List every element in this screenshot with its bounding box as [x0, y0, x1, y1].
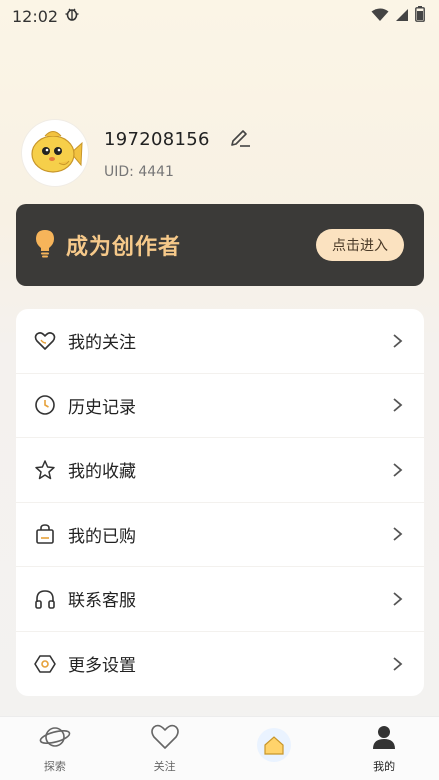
- tab-profile[interactable]: 我的: [339, 723, 429, 774]
- name-row: 197208156: [104, 126, 252, 152]
- status-right: [371, 6, 425, 26]
- profile-info: 197208156 UID: 4441: [104, 126, 252, 180]
- menu-card: 我的关注 历史记录 我的收藏 我的已购 联系客服 更多设置: [16, 309, 424, 696]
- tab-follow[interactable]: 关注: [120, 723, 210, 774]
- uid-label: UID: 4441: [104, 164, 174, 180]
- creator-title: 成为创作者: [66, 235, 182, 260]
- menu-item-label: 我的已购: [68, 526, 136, 547]
- status-time: 12:02: [12, 6, 59, 26]
- profile-header: 197208156 UID: 4441: [22, 118, 422, 188]
- menu-item-purchased[interactable]: 我的已购: [16, 503, 424, 567]
- fish-avatar-icon: [31, 131, 83, 173]
- menu-item-label: 更多设置: [68, 656, 136, 677]
- menu-item-label: 我的关注: [68, 333, 136, 354]
- enter-button[interactable]: 点击进入: [316, 229, 404, 261]
- tab-explore[interactable]: 探索: [10, 723, 100, 774]
- chevron-right-icon: [390, 656, 404, 672]
- menu-item-label: 联系客服: [68, 591, 136, 612]
- planet-icon: [39, 723, 71, 755]
- menu-item-settings[interactable]: 更多设置: [16, 632, 424, 697]
- menu-item-label: 历史记录: [68, 397, 136, 418]
- menu-item-favorites[interactable]: 我的收藏: [16, 438, 424, 503]
- chevron-right-icon: [390, 526, 404, 542]
- chevron-right-icon: [390, 591, 404, 607]
- username: 197208156: [104, 128, 210, 150]
- wifi-icon: [371, 7, 389, 26]
- star-icon: [34, 459, 56, 481]
- menu-item-label: 我的收藏: [68, 462, 136, 483]
- bug-icon: [64, 6, 80, 26]
- lightbulb-icon: [34, 228, 56, 262]
- clock-icon: [34, 394, 56, 416]
- signal-icon: [395, 7, 409, 26]
- chevron-right-icon: [390, 462, 404, 478]
- menu-item-history[interactable]: 历史记录: [16, 374, 424, 438]
- headphones-icon: [34, 588, 56, 610]
- tab-label: 关注: [153, 760, 176, 773]
- menu-item-customer-service[interactable]: 联系客服: [16, 567, 424, 632]
- home-icon: [254, 725, 294, 769]
- bag-icon: [34, 523, 56, 545]
- chevron-right-icon: [390, 333, 404, 349]
- creator-banner[interactable]: 成为创作者 点击进入: [16, 204, 424, 286]
- status-left: 12:02: [12, 6, 80, 26]
- menu-item-follows[interactable]: 我的关注: [16, 309, 424, 374]
- heart-icon: [149, 723, 181, 755]
- edit-icon[interactable]: [228, 126, 252, 152]
- settings-icon: [34, 653, 56, 675]
- profile-icon: [368, 723, 400, 755]
- tab-label: 我的: [373, 760, 396, 773]
- tab-home[interactable]: [229, 725, 319, 772]
- tab-bar: 探索 关注 我的: [0, 716, 439, 780]
- creator-left: 成为创作者: [34, 228, 181, 262]
- battery-icon: [415, 6, 425, 26]
- avatar[interactable]: [22, 120, 88, 186]
- heart-icon: [34, 330, 56, 352]
- status-bar: 12:02: [0, 0, 439, 32]
- tab-label: 探索: [43, 760, 66, 773]
- chevron-right-icon: [390, 397, 404, 413]
